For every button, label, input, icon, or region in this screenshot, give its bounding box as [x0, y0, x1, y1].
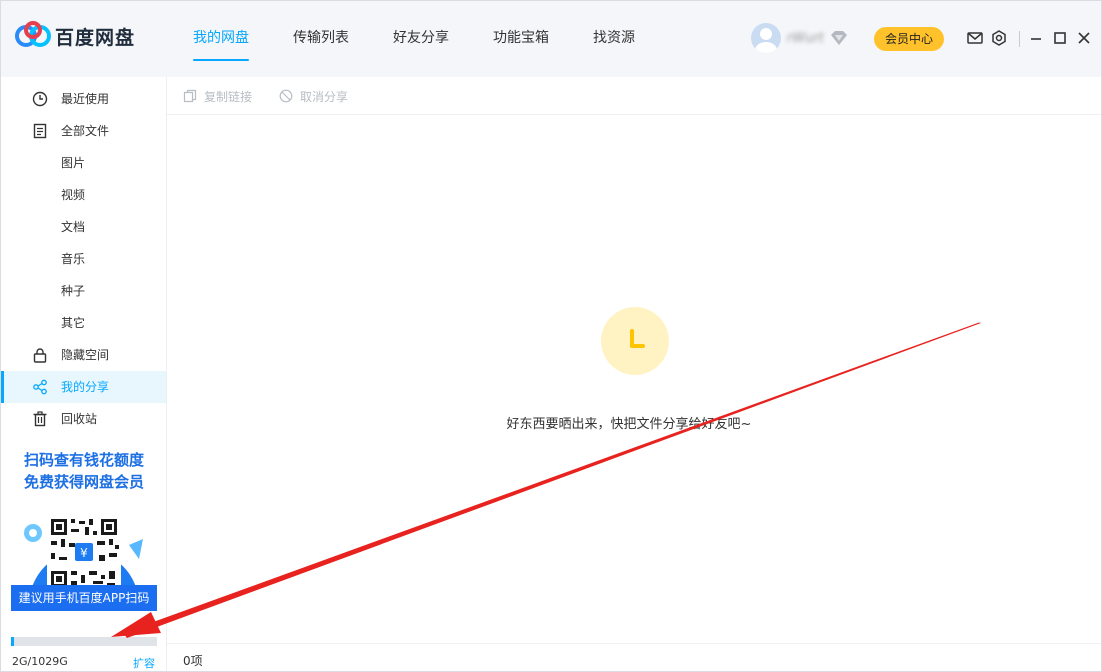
svg-text:¥: ¥: [80, 546, 88, 560]
tab-transfer-list[interactable]: 传输列表: [271, 1, 371, 77]
share-toolbar: 复制链接 取消分享: [167, 77, 1101, 115]
sidebar-item-label: 视频: [61, 188, 86, 202]
copy-icon: [183, 89, 197, 103]
sidebar-item-documents[interactable]: 文档: [1, 211, 166, 243]
app-name: 百度网盘: [55, 26, 136, 49]
logo-cloud-icon: [15, 21, 51, 47]
sidebar: 最近使用 全部文件 图片 视频 文档 音乐 种子 其它 隐藏空间 我的分享 回收…: [1, 77, 167, 671]
sidebar-item-recycle-bin[interactable]: 回收站: [1, 403, 166, 435]
baidu-netdisk-window: 百度网盘 我的网盘 传输列表 好友分享 功能宝箱 找资源 rWurt 会员中心: [0, 0, 1102, 672]
window-controls-separator: [1019, 31, 1020, 47]
sidebar-item-torrents[interactable]: 种子: [1, 275, 166, 307]
tab-toolbox[interactable]: 功能宝箱: [471, 1, 571, 77]
main-content: 复制链接 取消分享 好东西要晒出来，快把文件分享给好友吧~ 0项: [167, 77, 1101, 671]
minimize-icon[interactable]: [1027, 29, 1045, 47]
trash-icon: [33, 411, 47, 427]
maximize-icon[interactable]: [1051, 29, 1069, 47]
user-profile[interactable]: rWurt: [751, 23, 848, 53]
empty-state-icon: [601, 307, 669, 375]
mail-icon[interactable]: [966, 29, 984, 47]
sidebar-item-images[interactable]: 图片: [1, 147, 166, 179]
expand-storage-link[interactable]: 扩容: [133, 655, 155, 671]
copy-link-button[interactable]: 复制链接: [183, 87, 252, 105]
storage-quota-bar: [11, 637, 157, 646]
sidebar-item-label: 音乐: [61, 252, 86, 266]
sidebar-item-label: 文档: [61, 220, 86, 234]
diamond-icon: [830, 31, 847, 45]
lock-icon: [33, 348, 47, 363]
sidebar-item-label: 隐藏空间: [61, 348, 110, 362]
qr-promo-card[interactable]: 扫码查有钱花额度 免费获得网盘会员 ¥ 建议用手机百度APP扫码: [11, 449, 157, 611]
sidebar-item-other[interactable]: 其它: [1, 307, 166, 339]
clock-icon: [32, 91, 48, 107]
close-icon[interactable]: [1075, 29, 1093, 47]
copy-link-label: 复制链接: [204, 89, 253, 104]
sidebar-item-label: 我的分享: [61, 380, 110, 394]
tab-my-netdisk[interactable]: 我的网盘: [171, 1, 271, 77]
cancel-share-label: 取消分享: [300, 89, 349, 104]
sidebar-item-label: 种子: [61, 284, 86, 298]
avatar[interactable]: [751, 23, 781, 53]
vip-center-button[interactable]: 会员中心: [874, 27, 944, 51]
promo-line-1: 扫码查有钱花额度: [23, 451, 144, 469]
sidebar-item-my-shares[interactable]: 我的分享: [1, 371, 166, 403]
storage-quota-text: 2G/1029G: [12, 655, 68, 668]
file-icon: [33, 123, 47, 139]
app-logo[interactable]: 百度网盘: [15, 21, 135, 51]
sidebar-item-label: 其它: [61, 316, 86, 330]
main-nav: 我的网盘 传输列表 好友分享 功能宝箱 找资源: [171, 1, 657, 77]
sidebar-item-label: 全部文件: [61, 124, 110, 138]
sidebar-item-hidden-space[interactable]: 隐藏空间: [1, 339, 166, 371]
status-bar: 0项: [167, 643, 1101, 671]
sidebar-item-music[interactable]: 音乐: [1, 243, 166, 275]
cancel-share-button[interactable]: 取消分享: [279, 87, 348, 105]
tab-find-resources[interactable]: 找资源: [571, 1, 657, 77]
sidebar-item-label: 回收站: [61, 412, 98, 426]
empty-state-message: 好东西要晒出来，快把文件分享给好友吧~: [506, 417, 752, 432]
header-bar: 百度网盘 我的网盘 传输列表 好友分享 功能宝箱 找资源 rWurt 会员中心: [1, 1, 1101, 77]
clock-icon: [630, 329, 645, 348]
promo-line-2: 免费获得网盘会员: [23, 473, 144, 491]
sidebar-item-videos[interactable]: 视频: [1, 179, 166, 211]
sidebar-item-label: 最近使用: [61, 92, 110, 106]
item-count: 0项: [183, 654, 203, 668]
storage-quota-fill: [11, 637, 14, 646]
username: rWurt: [787, 30, 824, 46]
tab-friend-share[interactable]: 好友分享: [371, 1, 471, 77]
sidebar-item-all-files[interactable]: 全部文件: [1, 115, 166, 147]
scan-app-button[interactable]: 建议用手机百度APP扫码: [11, 585, 157, 611]
settings-icon[interactable]: [990, 29, 1008, 47]
cancel-icon: [279, 89, 293, 103]
sidebar-item-recent[interactable]: 最近使用: [1, 83, 166, 115]
share-icon: [33, 379, 47, 395]
sidebar-item-label: 图片: [61, 156, 86, 170]
